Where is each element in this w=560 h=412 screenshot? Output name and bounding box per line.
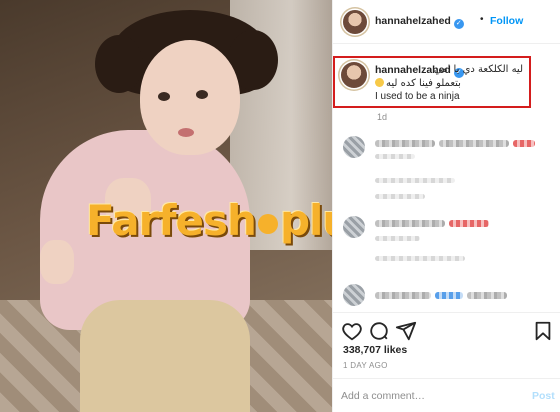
comment-list <box>333 130 560 310</box>
author-username-text[interactable]: hannahelzahed <box>375 15 451 27</box>
blurred-comment-text <box>375 256 465 261</box>
caption-age[interactable]: 1d <box>377 112 387 122</box>
blurred-emoji <box>449 220 489 227</box>
caption-arabic-line-1: ليه الكلكعة دي يا امي <box>433 64 523 75</box>
watermark: Farfesh plus.com <box>86 196 332 245</box>
child-eye-left <box>158 92 170 101</box>
blurred-emoji <box>513 140 535 147</box>
caption-arabic-line-2: بتعملو فينا كده ليه <box>386 78 461 89</box>
grinning-face-emoji-icon <box>375 78 384 87</box>
commenter-avatar[interactable] <box>343 284 365 306</box>
like-count[interactable]: 338,707 likes <box>343 344 407 356</box>
caption-arabic-line-2-row: بتعملو فينا كده ليه <box>375 78 461 89</box>
blurred-username <box>375 292 431 299</box>
comment-input[interactable] <box>341 387 521 405</box>
child-mouth <box>178 128 194 137</box>
watermark-dot-icon <box>257 213 278 234</box>
post-header: hannahelzahed ✓ • Follow <box>333 0 560 44</box>
blurred-username <box>375 220 445 227</box>
bookmark-icon[interactable] <box>532 320 554 342</box>
child-hand-left <box>40 240 74 284</box>
blurred-username <box>375 140 435 147</box>
caption-avatar[interactable] <box>341 62 367 88</box>
list-item <box>333 130 560 170</box>
action-bar <box>333 312 560 344</box>
comment-icon[interactable] <box>368 320 390 342</box>
blurred-comment-text <box>467 292 507 299</box>
follow-button[interactable]: Follow <box>490 15 523 27</box>
blurred-comment-text <box>375 178 455 183</box>
post-photo[interactable]: Farfesh plus.com <box>0 0 332 412</box>
post-comment-button[interactable]: Post <box>532 390 555 402</box>
blurred-emoji <box>435 292 463 299</box>
child-face <box>140 40 240 155</box>
blurred-comment-text <box>439 140 509 147</box>
commenter-avatar[interactable] <box>343 136 365 158</box>
watermark-text-right: plus.com <box>279 196 332 245</box>
child-eye-right <box>196 90 208 99</box>
blurred-meta <box>375 154 415 159</box>
hair-bun-left <box>95 35 143 93</box>
list-item <box>333 172 560 212</box>
child-pants <box>80 300 250 412</box>
author-username[interactable]: hannahelzahed ✓ <box>375 15 464 29</box>
watermark-text-left: Farfesh <box>86 196 257 245</box>
heart-icon[interactable] <box>341 320 363 342</box>
post-timestamp[interactable]: 1 DAY AGO <box>343 361 388 370</box>
blurred-meta <box>375 194 425 199</box>
blurred-meta <box>375 236 420 241</box>
comment-bar: Post <box>333 378 560 412</box>
verified-badge-icon: ✓ <box>453 19 464 29</box>
share-icon[interactable] <box>395 320 417 342</box>
author-avatar[interactable] <box>343 10 367 34</box>
caption-english-line: I used to be a ninja <box>375 91 460 102</box>
post-side-panel: hannahelzahed ✓ • Follow hannahelzahed ✓ ل… <box>332 0 560 412</box>
list-item <box>333 210 560 250</box>
commenter-avatar[interactable] <box>343 216 365 238</box>
header-separator: • <box>480 14 484 25</box>
caption-block: hannahelzahed ✓ ليه الكلكعة دي يا امي بتع… <box>333 56 531 108</box>
